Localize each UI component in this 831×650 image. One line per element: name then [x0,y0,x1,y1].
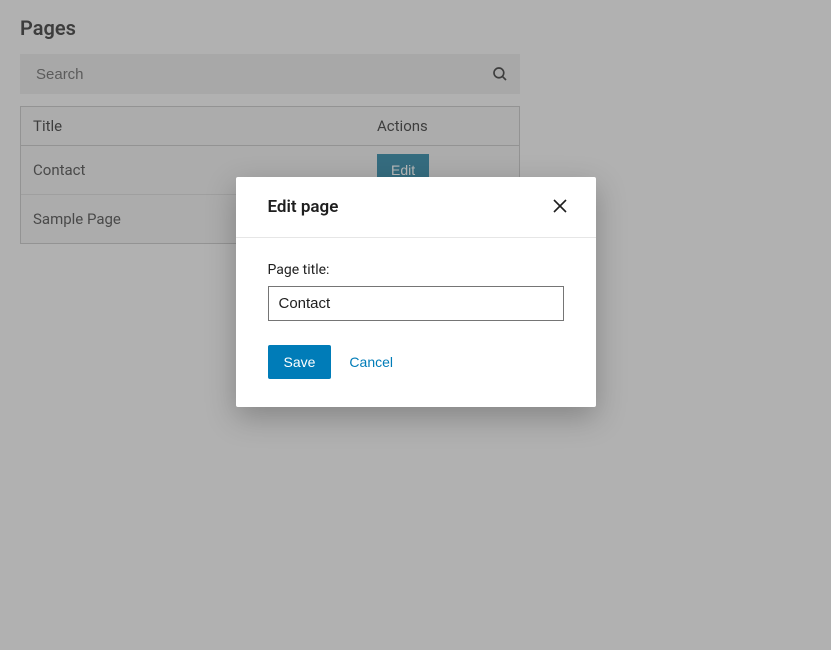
close-icon [553,199,567,216]
save-button[interactable]: Save [268,345,332,379]
edit-page-modal: Edit page Page title: Save Cancel [236,177,596,407]
modal-overlay[interactable]: Edit page Page title: Save Cancel [0,0,831,650]
modal-body: Page title: Save Cancel [236,238,596,407]
modal-actions: Save Cancel [268,345,564,379]
page-title-label: Page title: [268,262,564,278]
close-button[interactable] [548,195,572,219]
modal-header: Edit page [236,177,596,238]
cancel-button[interactable]: Cancel [345,345,397,379]
modal-title: Edit page [268,197,339,217]
page-title-input[interactable] [268,286,564,321]
